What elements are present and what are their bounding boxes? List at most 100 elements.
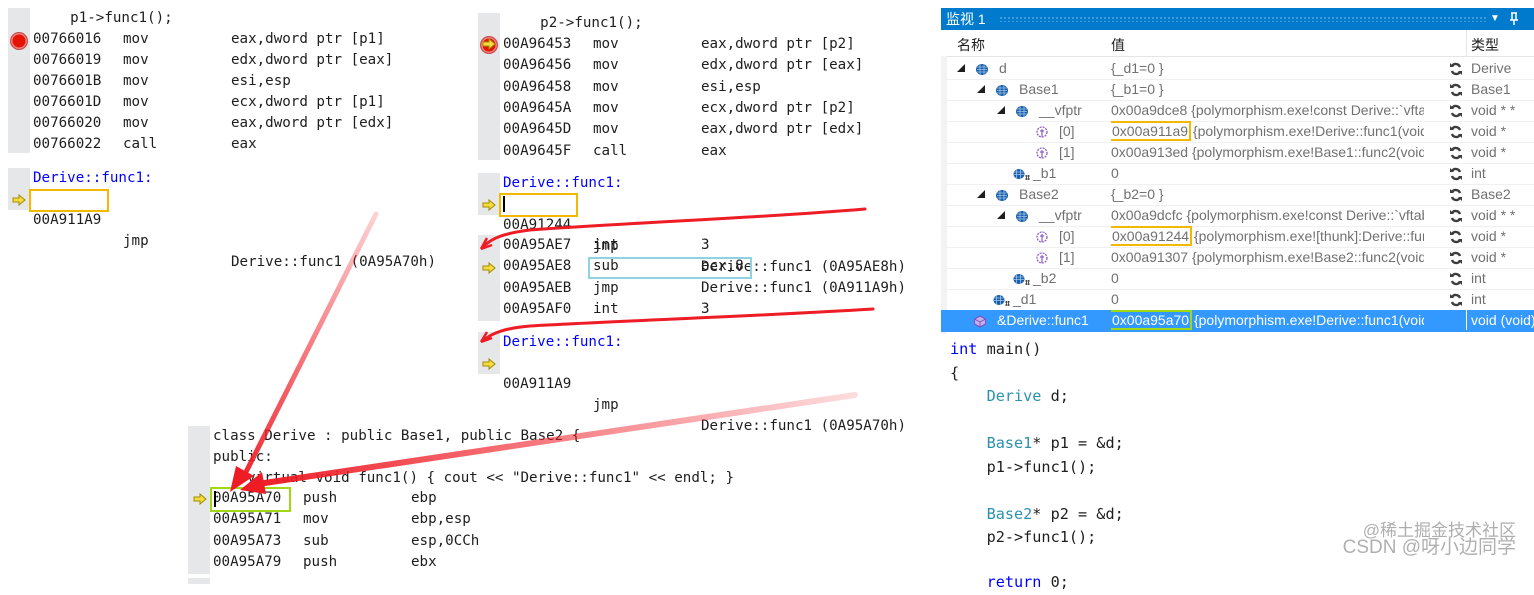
asm-row[interactable]: 00A95AE7 int 3 [503,235,923,256]
method-icon [1035,145,1049,159]
watch-value[interactable]: {_b2=0 } [1111,184,1424,204]
column-name[interactable]: 名称 [957,35,985,55]
watch-titlebar[interactable]: 监视 1 ▼ [941,8,1534,30]
refresh-icon[interactable] [1449,208,1463,223]
refresh-icon[interactable] [1449,166,1463,181]
watch-value[interactable]: {_b1=0 } [1111,79,1424,99]
source-line: virtual void func1() { cout << "Derive::… [213,470,735,486]
watch-row[interactable]: Base2 {_b2=0 } Base2 [941,184,1534,206]
refresh-icon[interactable] [1449,103,1463,118]
asm-row[interactable]: 00A95AF0 int 3 [503,299,923,320]
watch-value[interactable]: 0 [1111,268,1424,288]
asm-opcode: mov [123,52,149,68]
refresh-icon[interactable] [1449,229,1463,244]
watch-name: d [999,60,1007,76]
watch-row[interactable]: __vfptr 0x00a9dcfc {polymorphism.exe!cons… [941,205,1534,227]
column-value[interactable]: 值 [1111,35,1125,55]
breakpoint-icon[interactable] [10,32,28,50]
asm-row[interactable]: 00A95AEB jmp Derive::func1 (0A911A9h) [503,278,923,299]
watch-row[interactable]: [0] 0x00a911a9 {polymorphism.exe!Derive::… [941,121,1534,143]
watch-row[interactable]: Base1 {_b1=0 } Base1 [941,79,1534,101]
collapse-triangle-icon[interactable] [997,106,1005,114]
watch-value[interactable]: 0x00a9dce8 {polymorphism.exe!const Deriv… [1111,100,1424,120]
refresh-icon[interactable] [1449,292,1463,307]
asm-row[interactable]: 00A96456 mov edx,dword ptr [eax] [503,55,923,76]
watch-value[interactable]: 0 [1111,289,1424,309]
column-type[interactable]: 类型 [1471,35,1499,55]
watch-row[interactable]: [1] 0x00a91307 {polymorphism.exe!Base2::f… [941,247,1534,269]
collapse-triangle-icon[interactable] [977,85,985,93]
watch-value[interactable]: 0x00a911a9 {polymorphism.exe!Derive::fun… [1111,121,1424,141]
asm-address: 00766019 [33,52,102,68]
watch-value[interactable]: 0x00a9dcfc {polymorphism.exe!const Deriv… [1111,205,1424,225]
asm-row[interactable]: 00766020 mov eax,dword ptr [edx] [33,113,453,134]
refresh-icon[interactable] [1449,250,1463,265]
asm-row[interactable]: 00A911A9 jmp Derive::func1 (0A95A70h) [503,353,923,434]
watch-type: void * [1471,249,1507,265]
asm-row[interactable]: 00A95A79 push ebx [213,552,773,573]
watch-row[interactable]: _b1 0 int [941,163,1534,185]
watch-value[interactable]: 0x00a91307 {polymorphism.exe!Base2::func… [1111,247,1424,267]
source-line: class Derive : public Base1, public Base… [213,428,581,444]
asm-row[interactable]: 00A9645D mov eax,dword ptr [edx] [503,119,923,140]
asm-row[interactable]: 0076601D mov ecx,dword ptr [p1] [33,92,453,113]
asm-address: 00A9645A [503,99,572,116]
asm-row[interactable]: 00A9645A mov ecx,dword ptr [p2] [503,98,923,119]
collapse-triangle-icon[interactable] [977,190,985,198]
watch-row[interactable]: d {_d1=0 } Derive [941,58,1534,80]
watch-row[interactable]: _d1 0 int [941,289,1534,311]
asm-operand: Derive::func1 (0A95A70h) [231,254,436,270]
collapse-triangle-icon[interactable] [997,211,1005,219]
watch-value[interactable]: 0x00a95a70 {polymorphism.exe!Derive::fun… [1111,310,1424,330]
asm-row[interactable]: 00766016 mov eax,dword ptr [p1] [33,29,453,50]
function-icon [973,313,987,328]
collapse-triangle-icon[interactable] [957,64,965,72]
asm-address: 00A911A9 [33,212,102,228]
object-icon [1015,208,1029,222]
watch-name: Base2 [1019,186,1059,202]
watch-value[interactable]: 0x00a913ed {polymorphism.exe!Base1::func… [1111,142,1424,162]
refresh-icon[interactable] [1449,187,1463,202]
address-highlight-box [210,487,291,512]
watch-value[interactable]: {_d1=0 } [1111,58,1424,78]
watch-type: Base2 [1471,186,1511,202]
drag-grip[interactable] [999,16,1486,22]
gutter[interactable] [478,235,500,321]
source-code-line: return 0; [950,571,1069,595]
source-line: p2->func1(); [506,15,643,31]
refresh-icon[interactable] [1449,61,1463,76]
refresh-icon[interactable] [1449,271,1463,286]
refresh-icon[interactable] [1449,82,1463,97]
pin-icon[interactable] [1509,12,1519,26]
watch-value[interactable]: 0 [1111,163,1424,183]
asm-address: 00A95A71 [213,511,282,528]
refresh-icon[interactable] [1449,124,1463,139]
asm-row[interactable]: 00A95A73 sub esp,0CCh [213,531,773,552]
dropdown-icon[interactable]: ▼ [1490,10,1500,28]
asm-row[interactable]: 0076601B mov esi,esp [33,71,453,92]
watch-name: &Derive::func1 [997,312,1089,328]
asm-row[interactable]: 00766022 call eax [33,134,453,155]
asm-opcode: push [303,553,338,570]
watch-value[interactable]: 0x00a91244 {polymorphism.exe![thunk]:Der… [1111,226,1424,246]
instruction-pointer-icon [482,262,496,274]
asm-address: 00A95A73 [213,532,282,549]
watch-value-address: 0x00a911a9 [1111,121,1192,141]
column-divider[interactable] [1466,30,1467,56]
asm-row[interactable]: 00A96453 mov eax,dword ptr [p2] [503,34,923,55]
watch-row[interactable]: [1] 0x00a913ed {polymorphism.exe!Base1::f… [941,142,1534,164]
asm-row[interactable]: 00766019 mov edx,dword ptr [eax] [33,50,453,71]
asm-row[interactable]: 00A9645F call eax [503,141,923,162]
watch-row[interactable]: [0] 0x00a91244 {polymorphism.exe![thunk]:… [941,226,1534,248]
asm-row[interactable]: 00A95A70 push ebp [213,488,773,509]
disasm-adjustor-panel: 00A95AE7 int 3 00A95AE8 sub ecx,8 00A95AEB jmp D… [478,235,918,321]
watch-row[interactable]: __vfptr 0x00a9dce8 {polymorphism.exe!cons… [941,100,1534,122]
gutter[interactable] [8,8,30,153]
asm-row[interactable]: 00A95A71 mov ebp,esp [213,509,773,530]
watch-row[interactable]: &Derive::func1 0x00a95a70 {polymorphism.e… [941,310,1534,332]
refresh-icon[interactable] [1449,145,1463,160]
watch-row[interactable]: _b2 0 int [941,268,1534,290]
asm-row[interactable]: 00A96458 mov esi,esp [503,77,923,98]
